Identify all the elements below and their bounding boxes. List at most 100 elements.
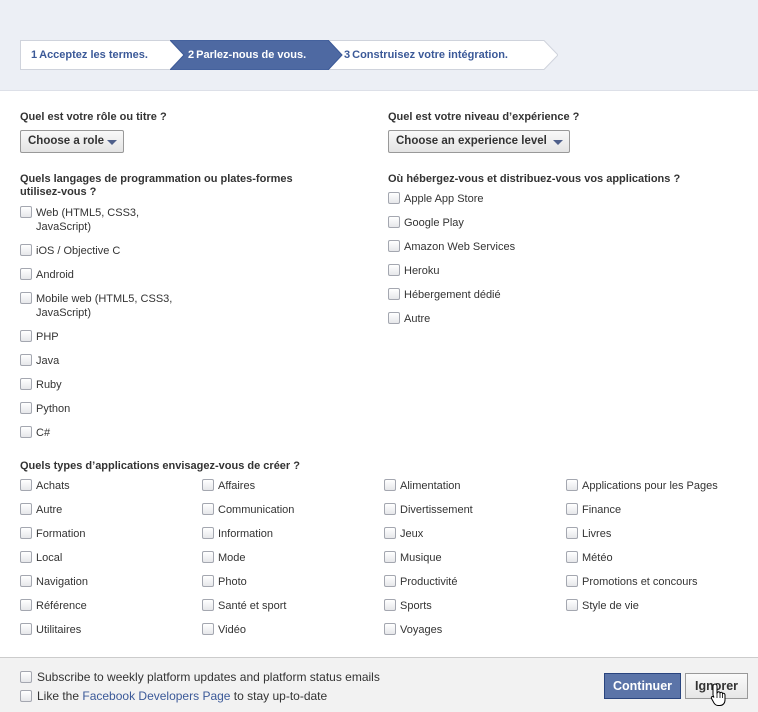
checkbox[interactable] — [20, 268, 32, 280]
checkbox[interactable] — [20, 378, 32, 390]
hosting-option-label: Hébergement dédié — [404, 289, 501, 301]
app-type-label: Navigation — [36, 576, 88, 588]
checkbox[interactable] — [20, 402, 32, 414]
checkbox[interactable] — [384, 575, 396, 587]
checkbox[interactable] — [202, 527, 214, 539]
app-type-label: Jeux — [400, 528, 424, 540]
checkbox[interactable] — [384, 599, 396, 611]
checkbox[interactable] — [20, 527, 32, 539]
experience-dropdown[interactable]: Choose an experience level — [388, 130, 570, 153]
app-type-label: Utilitaires — [36, 624, 82, 636]
app-type-label: Alimentation — [400, 480, 461, 492]
checkbox[interactable] — [20, 244, 32, 256]
app-type-label: Musique — [400, 552, 442, 564]
step-accept-terms[interactable]: 1 Acceptez les termes. — [20, 40, 190, 70]
subscribe-checkbox[interactable] — [20, 671, 32, 683]
steps-header: 1 Acceptez les termes. 3 Construisez votre… — [0, 0, 758, 91]
like-page-label: Like the Facebook Developers Page to sta… — [37, 689, 327, 703]
checkbox[interactable] — [202, 575, 214, 587]
hosting-option-label: Google Play — [404, 217, 464, 229]
app-type-label: Formation — [36, 528, 86, 540]
facebook-developers-page-link[interactable]: Facebook Developers Page — [82, 689, 230, 703]
language-option-label: Web (HTML5, CSS3, JavaScript) — [36, 207, 140, 233]
checkbox[interactable] — [384, 503, 396, 515]
app-type-label: Vidéo — [218, 624, 246, 636]
chevron-down-icon — [553, 140, 563, 145]
checkbox[interactable] — [20, 354, 32, 366]
language-option-label: Python — [36, 403, 71, 415]
subscribe-label: Subscribe to weekly platform updates and… — [37, 670, 380, 684]
checkbox[interactable] — [202, 551, 214, 563]
app-type-label: Information — [218, 528, 274, 540]
app-type-label: Local — [36, 552, 63, 564]
checkbox[interactable] — [20, 551, 32, 563]
hosting-option-label: Amazon Web Services — [404, 241, 516, 253]
step-2-label: Parlez-nous de vous. — [196, 49, 307, 61]
checkbox[interactable] — [20, 623, 32, 635]
checkbox[interactable] — [388, 264, 400, 276]
checkbox[interactable] — [202, 503, 214, 515]
experience-dropdown-value: Choose an experience level — [396, 135, 547, 147]
like-page-suffix: to stay up-to-date — [230, 689, 328, 703]
checkbox[interactable] — [388, 192, 400, 204]
checkbox[interactable] — [566, 527, 578, 539]
checkbox[interactable] — [384, 479, 396, 491]
app-type-label: Finance — [582, 504, 622, 516]
app-type-label: Santé et sport — [218, 600, 287, 612]
app-type-label: Promotions et concours — [582, 576, 698, 588]
checkbox[interactable] — [202, 599, 214, 611]
app-type-label: Divertissement — [400, 504, 473, 516]
checkbox[interactable] — [20, 292, 32, 304]
checkbox[interactable] — [566, 503, 578, 515]
checkbox[interactable] — [384, 551, 396, 563]
checkbox[interactable] — [566, 599, 578, 611]
checkbox[interactable] — [388, 312, 400, 324]
app-type-label: Photo — [218, 576, 247, 588]
checkbox[interactable] — [566, 479, 578, 491]
hosting-option-label: Apple App Store — [404, 193, 484, 205]
languages-question-line1: Quels langages de programmation ou plate… — [20, 173, 293, 185]
checkbox[interactable] — [20, 206, 32, 218]
experience-question: Quel est votre niveau d’expérience ? — [388, 111, 580, 123]
checkbox[interactable] — [202, 623, 214, 635]
chevron-down-icon — [107, 140, 117, 145]
checkbox[interactable] — [566, 575, 578, 587]
role-question: Quel est votre rôle ou titre ? — [20, 111, 167, 123]
app-type-label: Productivité — [400, 576, 458, 588]
role-dropdown-value: Choose a role — [28, 135, 105, 147]
language-option-label: Ruby — [36, 379, 62, 391]
language-option-label: PHP — [36, 331, 59, 343]
checkbox[interactable] — [202, 479, 214, 491]
like-page-checkbox[interactable] — [20, 690, 32, 702]
role-dropdown[interactable]: Choose a role — [20, 130, 124, 153]
checkbox[interactable] — [20, 330, 32, 342]
checkbox[interactable] — [388, 240, 400, 252]
checkbox[interactable] — [20, 503, 32, 515]
step-3-label: Construisez votre intégration. — [352, 49, 508, 61]
app-type-label: Mode — [218, 552, 246, 564]
step-tell-us-about-you[interactable]: 2 Parlez-nous de vous. — [170, 40, 348, 70]
language-option-label: C# — [36, 427, 51, 439]
app-type-label: Livres — [582, 528, 612, 540]
checkbox[interactable] — [20, 479, 32, 491]
checkbox[interactable] — [384, 623, 396, 635]
continue-button[interactable]: Continuer — [604, 673, 681, 699]
checkbox[interactable] — [20, 575, 32, 587]
app-type-label: Style de vie — [582, 600, 639, 612]
languages-question: Quels langages de programmation ou plate… — [20, 173, 293, 199]
step-build-integration[interactable]: 3 Construisez votre intégration. — [328, 40, 558, 70]
like-page-prefix: Like the — [37, 689, 83, 703]
language-option-label: iOS / Objective C — [36, 245, 121, 257]
checkbox[interactable] — [388, 216, 400, 228]
checkbox[interactable] — [566, 551, 578, 563]
checkbox[interactable] — [20, 426, 32, 438]
app-type-label: Achats — [36, 480, 70, 492]
language-option-label: Android — [36, 269, 74, 281]
step-1-label: Acceptez les termes. — [39, 49, 148, 61]
checkbox[interactable] — [388, 288, 400, 300]
footer-bar: Subscribe to weekly platform updates and… — [0, 657, 758, 712]
step-1-number: 1 — [31, 49, 38, 61]
language-option-label: Mobile web (HTML5, CSS3, JavaScript) — [36, 293, 173, 319]
checkbox[interactable] — [384, 527, 396, 539]
checkbox[interactable] — [20, 599, 32, 611]
